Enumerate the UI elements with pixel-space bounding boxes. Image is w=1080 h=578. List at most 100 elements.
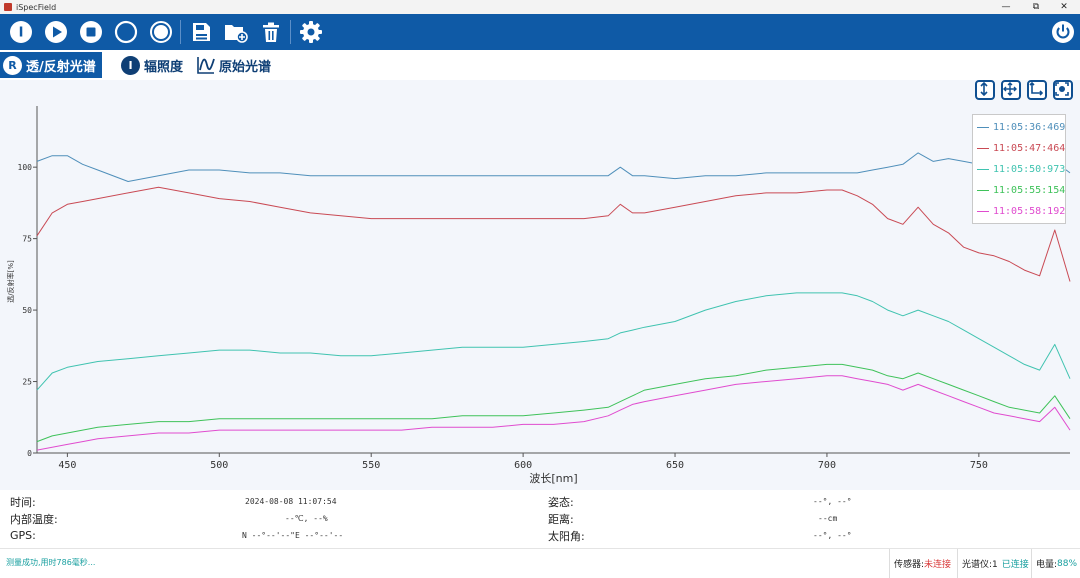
close-button[interactable]: ✕ (1048, 0, 1080, 14)
gps-value: N --°--'--"E --°--'-- (242, 531, 344, 540)
legend-label: 11:05:36:469 (993, 121, 1066, 133)
reflectance-icon: R (3, 55, 22, 75)
sun-angle-label: 太阳角: (548, 529, 585, 543)
legend-item[interactable]: 11:05:50:973 (977, 162, 1065, 176)
legend-swatch (977, 189, 989, 191)
app-icon (4, 3, 12, 11)
title-bar: iSpecField — ⧉ ✕ (0, 0, 1080, 14)
time-label: 时间: (10, 495, 36, 509)
x-tick-label: 700 (818, 460, 836, 471)
plot-area (37, 106, 1070, 453)
delete-button[interactable] (257, 18, 285, 46)
tab-label: 原始光谱 (219, 59, 272, 75)
x-tick-label: 550 (362, 460, 380, 471)
y-tick-label: 100 (18, 163, 33, 172)
circle-filled-icon (150, 21, 172, 43)
tab-irradiance[interactable]: I 辐照度 (121, 52, 183, 78)
trash-icon (263, 22, 279, 42)
legend-swatch (977, 210, 989, 212)
dark-measure-button[interactable] (112, 18, 140, 46)
sensor-status: 传感器: 未连接 (889, 549, 957, 578)
spectrometer-label: 光谱仪:1 (962, 560, 998, 570)
window-title: iSpecField (16, 2, 57, 12)
legend-item[interactable]: 11:05:58:192 (977, 204, 1065, 218)
y-tick-label: 75 (22, 235, 32, 244)
x-tick-label: 600 (514, 460, 532, 471)
spectrometer-value: 已连接 (1001, 560, 1029, 570)
save-icon (193, 23, 210, 41)
axis-button[interactable] (1027, 80, 1047, 100)
info-button[interactable]: I (7, 18, 35, 46)
toolbar: I (0, 14, 1080, 50)
vertical-arrows-icon (980, 82, 988, 96)
chart-legend: 11:05:36:469 11:05:47:464 11:05:50:973 1… (972, 114, 1066, 224)
axes-icon (1029, 82, 1043, 96)
stop-button[interactable] (77, 18, 105, 46)
x-tick-label: 750 (970, 460, 988, 471)
spectrometer-status: 光谱仪:1 已连接 (957, 549, 1031, 578)
pose-label: 姿态: (548, 495, 574, 509)
y-tick-label: 25 (22, 378, 32, 387)
tab-reflectance[interactable]: R 透/反射光谱 (0, 52, 102, 78)
white-reference-button[interactable] (147, 18, 175, 46)
legend-swatch (977, 126, 989, 128)
y-tick-label: 0 (27, 449, 32, 458)
tab-raw-spectrum[interactable]: 原始光谱 (196, 52, 271, 78)
x-axis-label: 波长[nm] (529, 472, 577, 485)
folder-open-icon (225, 25, 248, 43)
irradiance-icon: I (121, 55, 140, 75)
play-icon (45, 21, 67, 43)
sensor-label: 传感器: (894, 560, 925, 570)
legend-label: 11:05:47:464 (993, 142, 1066, 154)
battery-status: 电量: 88% (1031, 549, 1080, 578)
time-value: 2024-08-08 11:07:54 (245, 497, 337, 506)
open-folder-button[interactable] (222, 18, 250, 46)
battery-value: 88% (1057, 558, 1078, 569)
info-panel: 时间: 2024-08-08 11:07:54 内部温度: --℃, --% G… (0, 490, 1080, 548)
spectrum-chart[interactable]: 0 25 50 75 100 450 500 550 600 650 700 750 波长[nm] 透/反… (0, 80, 1080, 490)
stop-icon (80, 21, 102, 43)
x-tick-label: 500 (210, 460, 228, 471)
settings-button[interactable] (297, 18, 325, 46)
temperature-value: --℃, --% (285, 514, 328, 523)
chart-canvas: 0 25 50 75 100 450 500 550 600 650 700 750 波长[nm] 透/反… (6, 106, 1071, 485)
move-arrows-icon (1003, 82, 1017, 96)
svg-text:I: I (19, 26, 24, 41)
vertical-zoom-button[interactable] (975, 80, 995, 100)
raw-spectrum-icon (197, 57, 215, 74)
power-button[interactable] (1049, 18, 1077, 46)
y-axis-label: 透/反射率[%] (6, 260, 15, 303)
pose-value: --°, --° (813, 497, 852, 506)
temperature-label: 内部温度: (10, 512, 58, 526)
tab-label: 辐照度 (144, 59, 184, 75)
legend-label: 11:05:50:973 (993, 163, 1066, 175)
legend-swatch (977, 168, 989, 170)
status-message: 测量成功,用时786毫秒... (6, 558, 96, 567)
fit-view-button[interactable] (1053, 80, 1073, 100)
circle-icon (114, 20, 138, 44)
minimize-button[interactable]: — (990, 0, 1022, 14)
legend-swatch (977, 147, 989, 149)
legend-item[interactable]: 11:05:36:469 (977, 120, 1065, 134)
legend-label: 11:05:55:154 (993, 184, 1066, 196)
power-icon (1052, 21, 1074, 43)
sensor-value: 未连接 (924, 560, 952, 570)
gear-icon (300, 21, 322, 43)
view-tabs: R 透/反射光谱 I 辐照度 原始光谱 (0, 50, 1080, 80)
battery-label: 电量: (1036, 560, 1058, 570)
app-window: iSpecField — ⧉ ✕ I R 透/反射光谱 I 辐照度 原始光谱 0… (0, 0, 1080, 578)
x-tick-label: 450 (58, 460, 76, 471)
legend-label: 11:05:58:192 (993, 205, 1066, 217)
gps-label: GPS: (10, 529, 36, 542)
fit-screen-icon (1055, 82, 1069, 96)
toolbar-separator (290, 20, 291, 44)
legend-item[interactable]: 11:05:55:154 (977, 183, 1065, 197)
tab-label: 透/反射光谱 (26, 59, 96, 75)
play-button[interactable] (42, 18, 70, 46)
info-icon: I (10, 21, 32, 43)
pan-button[interactable] (1001, 80, 1021, 100)
toolbar-separator (180, 20, 181, 44)
sun-angle-value: --°, --° (813, 531, 852, 540)
legend-item[interactable]: 11:05:47:464 (977, 141, 1065, 155)
save-button[interactable] (187, 18, 215, 46)
